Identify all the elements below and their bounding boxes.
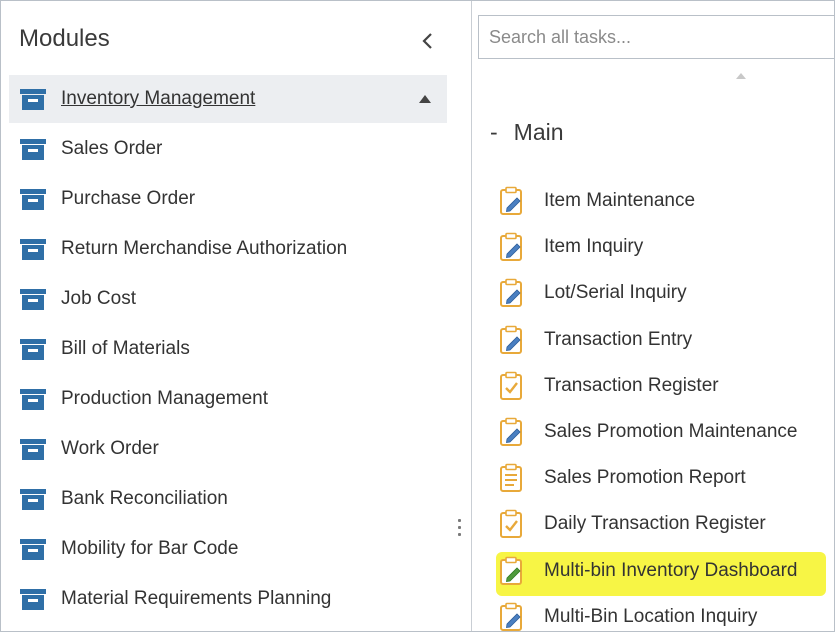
module-item[interactable]: Bill of Materials xyxy=(9,325,447,373)
module-label: Return Merchandise Authorization xyxy=(61,238,348,259)
module-item[interactable]: Production Management xyxy=(9,375,447,423)
module-item[interactable]: Mobility for Bar Code xyxy=(9,525,447,573)
module-label: Material Requirements Planning xyxy=(61,588,332,609)
module-item[interactable]: Job Cost xyxy=(9,275,447,323)
clipboard-check-icon xyxy=(500,371,522,400)
module-item[interactable]: Return Merchandise Authorization xyxy=(9,225,447,273)
panel-splitter-handle[interactable] xyxy=(452,515,466,551)
module-folder-icon xyxy=(20,239,46,260)
task-label: Sales Promotion Maintenance xyxy=(544,421,798,442)
task-item[interactable]: Daily Transaction Register xyxy=(498,504,766,544)
chevron-left-icon xyxy=(422,33,432,49)
search-tasks-input[interactable] xyxy=(478,15,834,59)
task-item[interactable]: Sales Promotion Report xyxy=(498,458,746,498)
module-label: Purchase Order xyxy=(61,188,196,209)
task-label: Transaction Entry xyxy=(544,328,693,350)
module-folder-icon xyxy=(20,539,46,560)
module-folder-icon xyxy=(20,389,46,410)
module-item[interactable]: Bank Reconciliation xyxy=(9,475,447,523)
clipboard-edit-icon xyxy=(500,602,522,631)
collapse-panel-button[interactable] xyxy=(415,29,439,53)
module-folder-icon xyxy=(20,489,46,510)
task-label: Multi-bin Inventory Dashboard xyxy=(544,559,798,581)
module-item[interactable]: Work Order xyxy=(9,425,447,473)
clipboard-dashboard-icon xyxy=(500,556,522,585)
module-item[interactable]: Purchase Order xyxy=(9,175,447,223)
task-item[interactable]: Item Maintenance xyxy=(498,181,695,221)
task-group-title: Main xyxy=(513,119,564,145)
module-label: Inventory Management xyxy=(61,88,256,109)
task-label: Sales Promotion Report xyxy=(544,467,746,489)
app-window: Modules Inventory Management Sales Order P… xyxy=(0,0,835,632)
module-folder-icon xyxy=(20,139,46,160)
task-label: Multi-Bin Location Inquiry xyxy=(544,605,758,627)
module-label: Work Order xyxy=(61,438,159,459)
task-item[interactable]: Transaction Entry xyxy=(498,320,692,360)
module-folder-icon xyxy=(20,189,46,210)
module-label: Job Cost xyxy=(61,288,136,309)
tasks-panel: - Main Item Maintenance Item Inquiry Lot/S… xyxy=(472,1,834,631)
clipboard-edit-icon xyxy=(500,417,522,446)
task-item[interactable]: Lot/Serial Inquiry xyxy=(498,273,687,313)
task-group-main[interactable]: - Main xyxy=(490,119,564,146)
module-label: Bill of Materials xyxy=(61,338,190,359)
module-label: Mobility for Bar Code xyxy=(61,538,239,559)
task-label: Item Maintenance xyxy=(544,190,696,211)
module-label: Sales Order xyxy=(61,138,163,159)
task-item[interactable]: Item Inquiry xyxy=(498,227,643,267)
module-label: Production Management xyxy=(61,388,269,409)
clipboard-edit-icon xyxy=(500,325,522,354)
clipboard-report-icon xyxy=(500,463,522,493)
modules-title: Modules xyxy=(19,25,110,52)
modules-panel: Modules Inventory Management Sales Order P… xyxy=(1,1,459,631)
module-folder-icon xyxy=(20,289,46,310)
expand-up-icon[interactable] xyxy=(417,92,433,106)
modules-header: Modules xyxy=(1,1,459,73)
group-collapse-icon: - xyxy=(490,119,498,145)
task-label: Lot/Serial Inquiry xyxy=(544,282,687,304)
module-folder-icon xyxy=(20,439,46,460)
module-folder-icon xyxy=(20,589,46,610)
module-item[interactable]: Material Requirements Planning xyxy=(9,575,447,623)
module-folder-icon xyxy=(20,89,46,110)
task-item[interactable]: Transaction Register xyxy=(498,366,719,406)
scroll-up-icon[interactable] xyxy=(734,71,748,81)
module-item[interactable]: Inventory Management xyxy=(9,75,447,123)
clipboard-edit-icon xyxy=(500,232,522,262)
task-label: Item Inquiry xyxy=(544,236,644,258)
clipboard-check-icon xyxy=(500,510,522,539)
clipboard-edit-icon xyxy=(500,279,522,308)
clipboard-edit-icon xyxy=(500,186,522,215)
task-item[interactable]: Sales Promotion Maintenance xyxy=(498,412,797,452)
task-item[interactable]: Multi-Bin Location Inquiry xyxy=(498,597,758,631)
task-label: Transaction Register xyxy=(544,374,719,396)
task-label: Daily Transaction Register xyxy=(544,513,766,535)
task-item[interactable]: Multi-bin Inventory Dashboard xyxy=(498,551,797,591)
module-folder-icon xyxy=(20,339,46,360)
module-item[interactable]: Sales Order xyxy=(9,125,447,173)
module-label: Bank Reconciliation xyxy=(61,488,228,509)
